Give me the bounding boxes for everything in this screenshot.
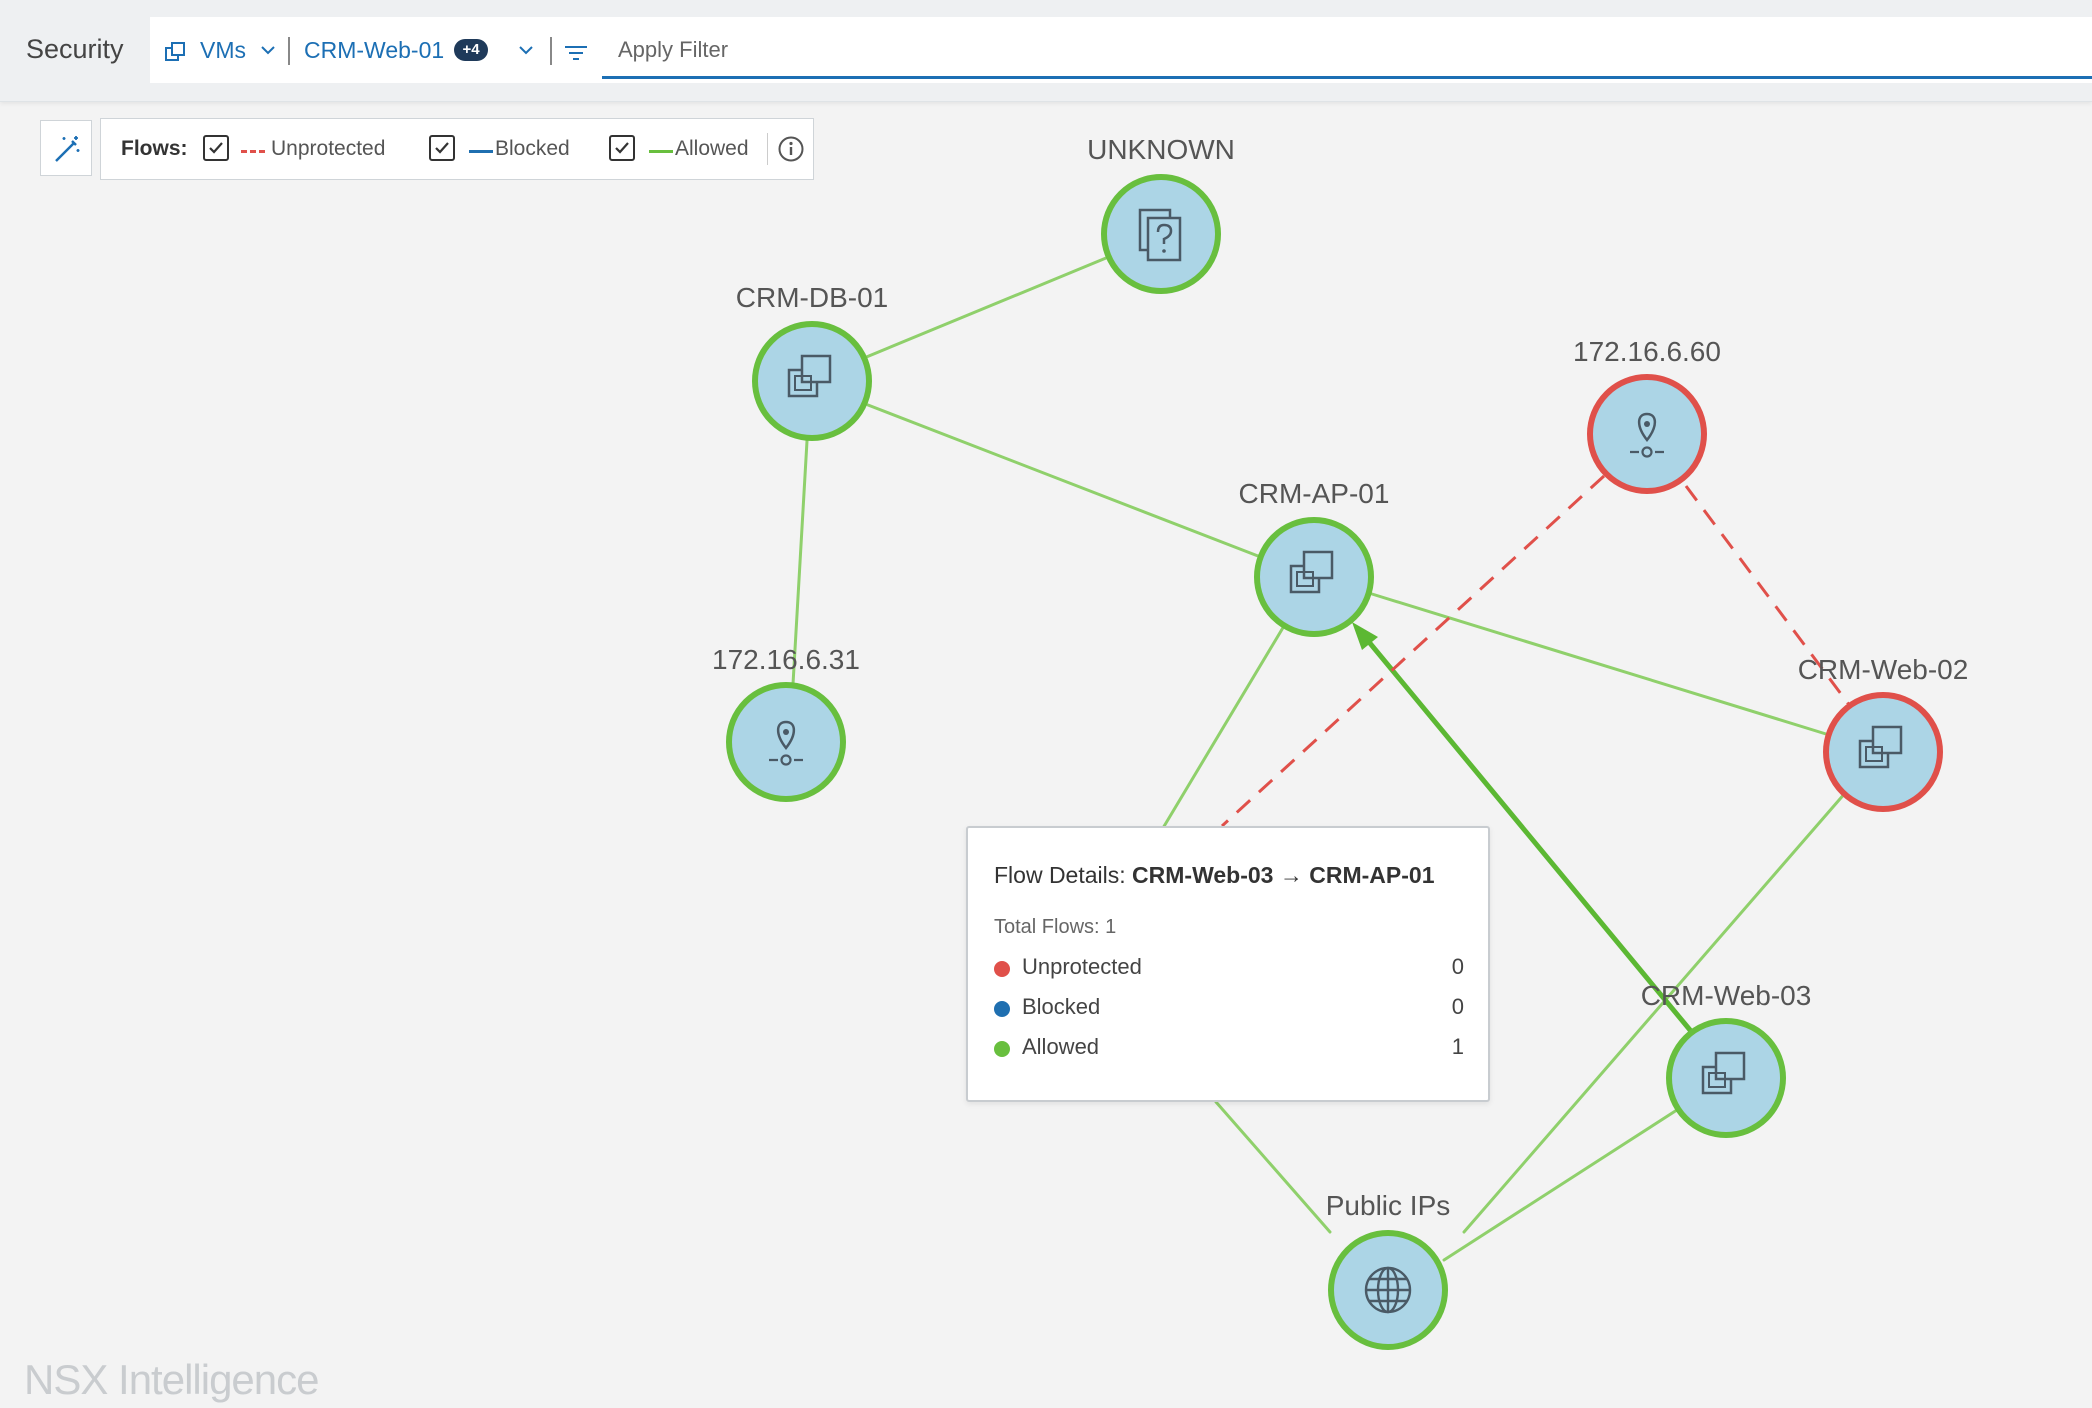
product-watermark: NSX Intelligence	[24, 1356, 320, 1403]
edge-crm-web-02-public-ips[interactable]	[1462, 790, 1848, 1234]
tooltip-row-allowed: Allowed 1	[994, 1034, 1464, 1064]
edge-crm-ap-01-public-ips[interactable]	[1161, 624, 1286, 830]
node-crm-web-02[interactable]	[1823, 692, 1943, 812]
tooltip-arrow: →	[1279, 862, 1303, 888]
divider	[288, 37, 290, 65]
vm-type-icon	[164, 41, 188, 68]
tooltip-row-value: 1	[1451, 1034, 1464, 1059]
tooltip-row-value: 0	[1451, 994, 1464, 1019]
selected-vm-dropdown[interactable]: CRM-Web-01	[304, 37, 444, 64]
top-bar: Security VMs CRM-Web-01 +4	[0, 0, 2092, 102]
object-type-dropdown[interactable]: VMs	[200, 37, 246, 64]
apply-filter-input[interactable]	[602, 23, 2092, 79]
status-dot	[994, 961, 1010, 977]
node-label-crm-db-01: CRM-DB-01	[735, 282, 889, 313]
tooltip-title-prefix: Flow Details:	[994, 862, 1126, 888]
tooltip-target: CRM-AP-01	[1309, 862, 1435, 888]
node-ip-60[interactable]	[1587, 374, 1707, 494]
node-label-ip-60: 172.16.6.60	[1573, 336, 1721, 367]
tooltip-row-label: Allowed	[1022, 1034, 1100, 1059]
node-ip-31[interactable]	[726, 682, 846, 802]
node-unknown[interactable]	[1101, 174, 1221, 294]
filter-bar: VMs CRM-Web-01 +4	[150, 17, 2092, 83]
selected-count-badge: +4	[454, 39, 488, 61]
tooltip-source: CRM-Web-03	[1132, 862, 1274, 888]
edge-crm-ap-01-crm-web-02[interactable]	[1370, 592, 1828, 736]
edge-crm-web-03-public-ips[interactable]	[1442, 1106, 1682, 1262]
tooltip-total-flows: Total Flows: 1	[994, 916, 1117, 938]
node-label-unknown: UNKNOWN	[1087, 134, 1235, 165]
tooltip-row-unprotected: Unprotected 0	[994, 954, 1464, 984]
tooltip-row-value: 0	[1451, 954, 1464, 979]
tooltip-row-blocked: Blocked 0	[994, 994, 1464, 1024]
globe-icon	[1364, 1266, 1412, 1314]
edge-crm-db-01-crm-ap-01[interactable]	[866, 403, 1260, 558]
chevron-down-icon[interactable]	[518, 43, 534, 61]
node-label-crm-web-03: CRM-Web-03	[1640, 980, 1812, 1011]
filter-icon[interactable]	[564, 45, 588, 66]
edge-unknown-crm-db-01[interactable]	[862, 256, 1108, 360]
flow-topology-graph	[726, 174, 1943, 1350]
node-crm-web-03[interactable]	[1666, 1018, 1786, 1138]
node-public-ips[interactable]	[1328, 1230, 1448, 1350]
tooltip-title: Flow Details: CRM-Web-03 → CRM-AP-01	[994, 862, 1434, 889]
node-label-crm-ap-01: CRM-AP-01	[1238, 478, 1390, 509]
divider	[550, 37, 552, 65]
status-dot	[994, 1041, 1010, 1057]
tooltip-row-label: Unprotected	[1022, 954, 1142, 979]
status-dot	[994, 1001, 1010, 1017]
section-title: Security	[26, 34, 124, 64]
chevron-down-icon[interactable]	[260, 43, 276, 61]
node-label-ip-31: 172.16.6.31	[712, 644, 860, 675]
edge-tooltip-to-public-ips[interactable]	[1214, 1100, 1332, 1234]
tooltip-row-label: Blocked	[1022, 994, 1101, 1019]
node-crm-db-01[interactable]	[752, 321, 872, 441]
node-crm-ap-01[interactable]	[1254, 517, 1374, 637]
node-label-public-ips: Public IPs	[1325, 1190, 1451, 1221]
node-label-crm-web-02: CRM-Web-02	[1797, 654, 1969, 685]
flow-details-tooltip: Flow Details: CRM-Web-03 → CRM-AP-01 Tot…	[966, 826, 1490, 1102]
